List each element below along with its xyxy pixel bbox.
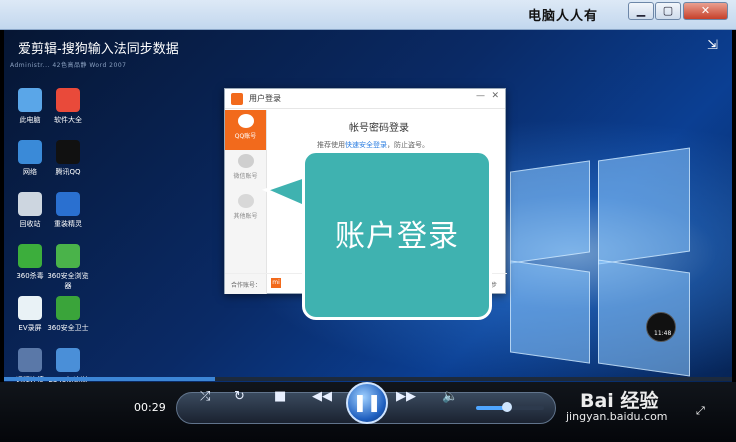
partner-account-label: 合作账号： bbox=[231, 282, 262, 289]
app-icon bbox=[18, 348, 42, 372]
close-icon: ✕ bbox=[700, 4, 711, 17]
dialog-close-icon[interactable]: ✕ bbox=[491, 91, 499, 101]
qq-icon bbox=[237, 114, 254, 128]
volume-icon[interactable]: 🔈 bbox=[442, 389, 458, 404]
user-icon bbox=[237, 194, 254, 208]
login-method-sidebar: QQ账号 微信账号 其他账号 bbox=[225, 110, 267, 294]
close-button[interactable]: ✕ bbox=[683, 2, 728, 20]
baidu-jingyan-url: jingyan.baidu.com bbox=[566, 410, 668, 423]
tab-label: 微信账号 bbox=[233, 173, 258, 180]
desktop-icon-label: 腾讯QQ bbox=[55, 168, 81, 176]
fullscreen-icon[interactable]: ⤢ bbox=[696, 404, 705, 418]
app-icon bbox=[56, 140, 80, 164]
volume-knob[interactable] bbox=[502, 402, 512, 412]
desktop-icon[interactable]: 重装精灵 bbox=[46, 192, 90, 229]
maximize-icon: ▢ bbox=[662, 4, 674, 17]
clock-icon bbox=[646, 312, 676, 342]
elapsed-time: 00:29 bbox=[134, 401, 166, 414]
app-icon bbox=[18, 244, 42, 268]
repeat-icon[interactable]: ↻ bbox=[234, 389, 245, 404]
app-icon bbox=[18, 140, 42, 164]
window-title: 电脑人人有 bbox=[528, 9, 599, 24]
shuffle-icon[interactable]: ⤮ bbox=[200, 389, 210, 404]
hint-prefix: 推荐使用 bbox=[317, 141, 345, 149]
video-subtitle: Administr... 42色高品静 Word 2007 bbox=[10, 62, 127, 69]
desktop-icon-label: 360安全浏览器 bbox=[47, 272, 89, 290]
bubble-text: 账户登录 bbox=[335, 219, 459, 254]
hint-suffix: ，防止盗号。 bbox=[387, 141, 429, 149]
desktop-icon-label: 360安全卫士 bbox=[47, 324, 89, 332]
wechat-icon bbox=[237, 154, 254, 168]
app-icon bbox=[56, 348, 80, 372]
maximize-button[interactable]: ▢ bbox=[655, 2, 681, 20]
tab-qq-account[interactable]: QQ账号 bbox=[225, 110, 266, 150]
app-icon bbox=[56, 192, 80, 216]
baidu-jingyan-logo: Bai 经验 bbox=[580, 390, 659, 412]
app-icon bbox=[56, 88, 80, 112]
xiaomi-icon[interactable]: mi bbox=[271, 278, 281, 288]
app-icon bbox=[18, 192, 42, 216]
desktop-icon[interactable]: 360安全卫士 bbox=[46, 296, 90, 333]
tab-label: QQ账号 bbox=[234, 133, 257, 140]
app-icon bbox=[56, 296, 80, 320]
desktop-icon-label: 重装精灵 bbox=[54, 220, 82, 228]
sogou-logo-icon bbox=[231, 93, 243, 105]
tab-other-account[interactable]: 其他账号 bbox=[225, 190, 266, 230]
seek-progress bbox=[4, 377, 215, 381]
window-titlebar: 电脑人人有 ▁ ▢ ✕ bbox=[0, 0, 736, 30]
dialog-heading: 帐号密码登录 bbox=[349, 123, 409, 134]
minimize-button[interactable]: ▁ bbox=[628, 2, 654, 20]
dialog-hint: 推荐使用快速安全登录，防止盗号。 bbox=[317, 140, 429, 150]
desktop-icon[interactable]: 360安全浏览器 bbox=[46, 244, 90, 291]
clock-time: 11:48 bbox=[654, 330, 672, 337]
tab-label: 其他账号 bbox=[233, 213, 258, 220]
app-icon bbox=[18, 296, 42, 320]
secure-login-link[interactable]: 快速安全登录 bbox=[345, 141, 387, 149]
dialog-titlebar: 用户登录 — ✕ bbox=[225, 89, 505, 109]
desktop-icon[interactable]: 腾讯QQ bbox=[46, 140, 90, 177]
pause-icon[interactable]: ❚❚ bbox=[346, 382, 388, 424]
annotation-bubble: 账户登录 bbox=[302, 150, 492, 320]
dialog-minimize-icon[interactable]: — bbox=[476, 91, 485, 101]
minimize-icon: ▁ bbox=[636, 4, 646, 17]
desktop-icon-label: 软件大全 bbox=[54, 116, 82, 124]
app-icon bbox=[18, 88, 42, 112]
video-title: 爱剪辑-搜狗输入法同步数据 bbox=[18, 42, 179, 57]
tab-wechat-account[interactable]: 微信账号 bbox=[225, 150, 266, 190]
exit-fullscreen-icon[interactable]: ⇲ bbox=[707, 38, 718, 53]
dialog-title: 用户登录 bbox=[249, 94, 281, 103]
forward-icon[interactable]: ▶▶ bbox=[396, 389, 416, 404]
stop-icon[interactable]: ■ bbox=[274, 389, 286, 404]
desktop-icon[interactable]: 软件大全 bbox=[46, 88, 90, 125]
rewind-icon[interactable]: ◀◀ bbox=[312, 389, 332, 404]
app-icon bbox=[56, 244, 80, 268]
